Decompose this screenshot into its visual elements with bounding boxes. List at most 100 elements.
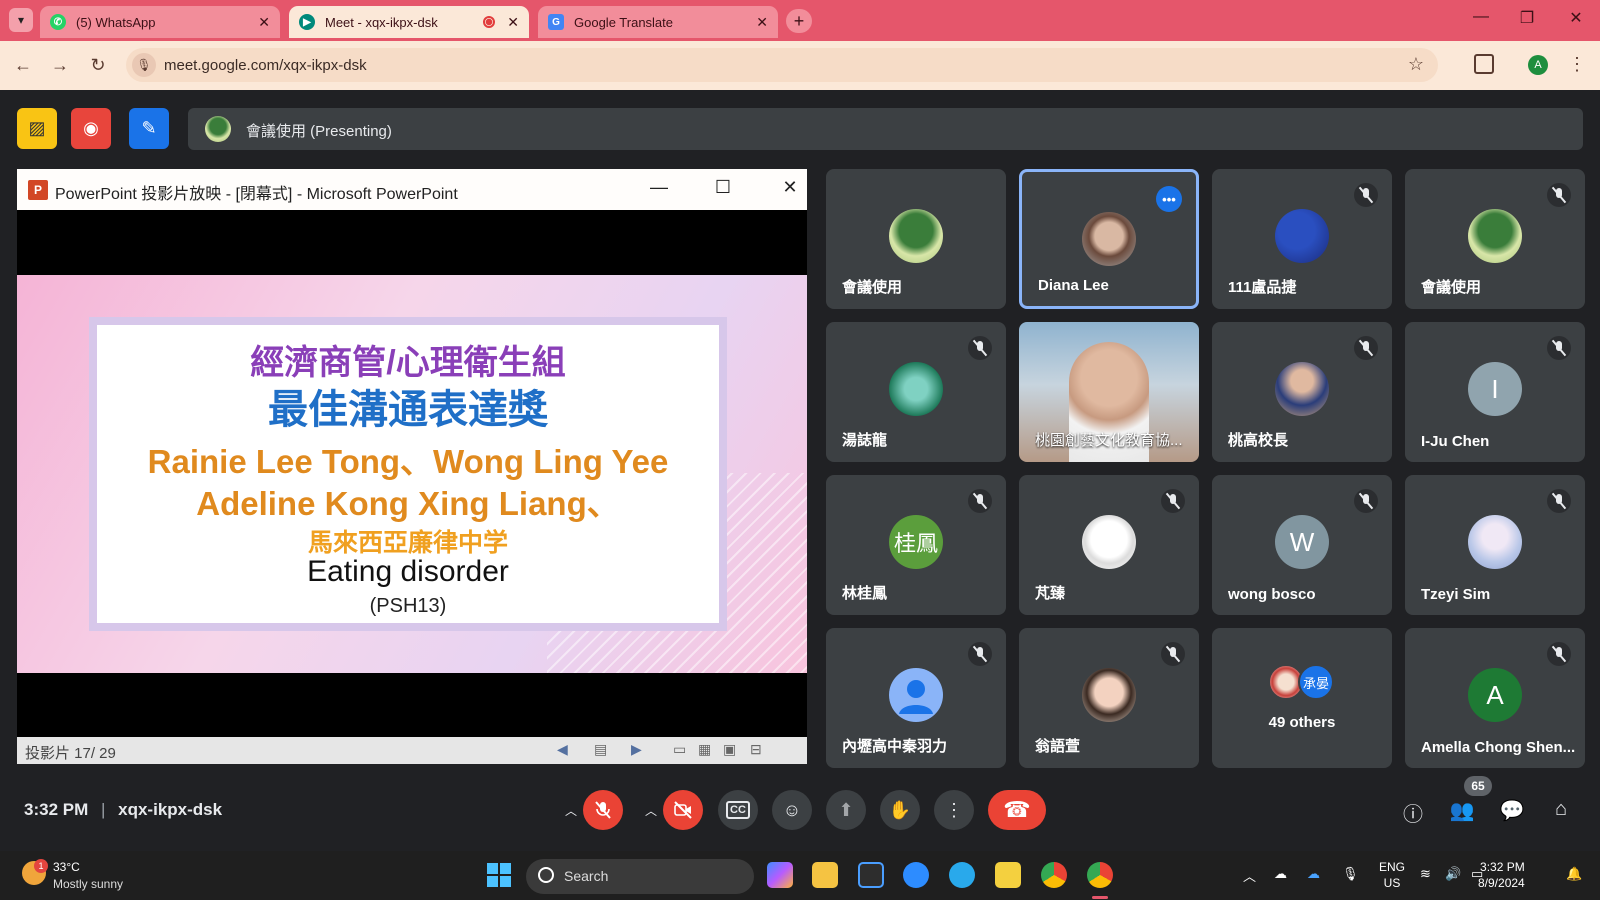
url-text[interactable]: meet.google.com/xqx-ikpx-dsk (164, 57, 367, 74)
browser-menu-icon[interactable]: ⋮ (1568, 54, 1586, 75)
present-screen-button[interactable]: ⬆ (826, 790, 866, 830)
participant-tile[interactable]: 翁語萱 (1019, 628, 1199, 768)
wifi-icon[interactable]: ≋ (1420, 866, 1431, 882)
participant-tile-speaking[interactable]: ••• Diana Lee (1019, 169, 1199, 309)
search-icon (538, 867, 554, 883)
participant-tile[interactable]: W wong bosco (1212, 475, 1392, 615)
back-icon[interactable]: ← (11, 55, 35, 76)
captions-button[interactable]: CC (718, 790, 758, 830)
weather-condition: Mostly sunny (53, 877, 124, 891)
more-options-icon[interactable]: ••• (1156, 186, 1182, 212)
participant-name: 111盧品捷 (1228, 279, 1297, 296)
others-tile[interactable]: 承晏 49 others (1212, 628, 1392, 768)
participant-tile[interactable]: 芃臻 (1019, 475, 1199, 615)
bookmark-star-icon[interactable]: ☆ (1408, 54, 1424, 75)
taskbar-search[interactable]: Search (526, 859, 754, 894)
leave-call-button[interactable]: ☎ (988, 790, 1046, 830)
activities-icon[interactable]: ⌂ (1548, 798, 1574, 824)
participant-name: I-Ju Chen (1421, 433, 1490, 450)
stop-presenting-icon[interactable]: ▨ (17, 108, 57, 149)
windows-start-icon[interactable] (487, 863, 511, 887)
close-window-icon: ✕ (782, 177, 798, 197)
participant-tile[interactable]: Tzeyi Sim (1405, 475, 1585, 615)
telegram-icon[interactable] (949, 862, 975, 888)
microphone-tray-icon[interactable]: 🎙 (1342, 866, 1359, 882)
close-tab-icon[interactable]: ✕ (258, 14, 270, 31)
reactions-button[interactable]: ☺ (772, 790, 812, 830)
mic-off-icon (968, 489, 992, 513)
close-tab-icon[interactable]: ✕ (756, 14, 768, 31)
participant-name: 桃高校長 (1228, 432, 1289, 449)
active-app-indicator (1092, 896, 1108, 899)
raise-hand-button[interactable]: ✋ (880, 790, 920, 830)
whiteboard-icon[interactable]: ✎ (129, 108, 169, 149)
chat-icon[interactable]: 💬 (1499, 798, 1525, 824)
participant-tile[interactable]: A Amella Chong Shen... (1405, 628, 1585, 768)
camera-off-icon (674, 801, 692, 819)
microphone-off-button[interactable] (583, 790, 623, 830)
slide-topic: Eating disorder (307, 555, 509, 588)
participant-video-tile[interactable]: 桃園創藝文化教育協... (1019, 322, 1199, 462)
tab-whatsapp[interactable]: ✆ (5) WhatsApp ✕ (40, 6, 280, 38)
presentation-window: P PowerPoint 投影片放映 - [閉幕式] - Microsoft P… (17, 169, 807, 764)
translate-icon: G (548, 14, 564, 30)
copilot-icon[interactable] (767, 862, 793, 888)
tab-translate[interactable]: G Google Translate ✕ (538, 6, 778, 38)
close-tab-icon[interactable]: ✕ (507, 14, 519, 31)
participant-tile[interactable]: 湯誌龍 (826, 322, 1006, 462)
meeting-details-icon[interactable]: ⓘ (1400, 798, 1426, 826)
profile-avatar[interactable]: A (1528, 55, 1548, 75)
system-clock[interactable]: 3:32 PM 8/9/2024 (1478, 859, 1525, 891)
camera-off-button[interactable] (663, 790, 703, 830)
language-code: ENG (1379, 860, 1406, 874)
present-screen-icon: ⬆ (838, 799, 854, 820)
onedrive-icon[interactable]: ☁ (1307, 866, 1320, 882)
audio-options-chevron-icon[interactable]: ︿ (560, 790, 582, 830)
volume-icon[interactable]: 🔊 (1445, 866, 1461, 882)
chrome-icon[interactable] (1041, 862, 1067, 888)
reload-icon[interactable]: ↻ (86, 55, 110, 76)
participant-tile[interactable]: 會議使用 (826, 169, 1006, 309)
participant-tile[interactable]: 桃高校長 (1212, 322, 1392, 462)
show-hidden-icons-icon[interactable]: ︿ (1243, 866, 1256, 885)
people-icon[interactable]: 👥 (1449, 798, 1475, 824)
participant-tile[interactable]: 桂鳳 林桂鳳 (826, 475, 1006, 615)
reading-view-icon: ▣ (723, 741, 737, 757)
participant-avatar (1275, 362, 1329, 416)
mic-off-icon (1161, 489, 1185, 513)
restore-window-icon[interactable]: ❐ (1512, 8, 1542, 28)
new-tab-button[interactable]: + (786, 9, 812, 33)
video-options-chevron-icon[interactable]: ︿ (640, 790, 662, 830)
participant-avatar (1468, 209, 1522, 263)
sticky-notes-icon[interactable] (995, 862, 1021, 888)
store-icon[interactable] (858, 862, 884, 888)
chrome-profile-icon[interactable] (1087, 862, 1113, 888)
participant-tile[interactable]: I I-Ju Chen (1405, 322, 1585, 462)
participant-avatar: I (1468, 362, 1522, 416)
recording-control-icon[interactable]: ◉ (71, 108, 111, 149)
more-options-button[interactable]: ⋮ (934, 790, 974, 830)
close-window-icon[interactable]: ✕ (1561, 8, 1591, 28)
tab-meet[interactable]: ▶ Meet - xqx-ikpx-dsk ✕ (289, 6, 529, 38)
slide-school: 馬來西亞廉律中学 (307, 529, 508, 557)
forward-icon[interactable]: → (48, 55, 72, 76)
cloud-weather-tray-icon[interactable]: ☁ (1274, 866, 1287, 882)
notifications-icon[interactable]: 🔔 (1566, 866, 1582, 882)
zoom-icon[interactable] (903, 862, 929, 888)
participant-avatar (889, 362, 943, 416)
extensions-icon[interactable] (1474, 54, 1494, 74)
slide-winners-line-1: Rainie Lee Tong、Wong Ling Yee (147, 443, 669, 480)
normal-view-icon: ▭ (673, 741, 687, 757)
participant-tile[interactable]: 會議使用 (1405, 169, 1585, 309)
powerpoint-title-bar: P PowerPoint 投影片放映 - [閉幕式] - Microsoft P… (17, 169, 807, 210)
minimize-window-icon[interactable]: — (1466, 8, 1496, 26)
participant-tile[interactable]: 111盧品捷 (1212, 169, 1392, 309)
participant-tile[interactable]: 內壢高中秦羽力 (826, 628, 1006, 768)
address-bar[interactable]: 🎙 meet.google.com/xqx-ikpx-dsk ☆ (126, 48, 1438, 82)
site-permission-mic-icon[interactable]: 🎙 (132, 53, 156, 77)
participant-avatar: 承晏 (1298, 664, 1334, 700)
language-indicator[interactable]: ENG US (1379, 859, 1405, 891)
tab-search-dropdown-icon[interactable]: ▾ (9, 8, 33, 32)
file-explorer-icon[interactable] (812, 862, 838, 888)
participant-name: Tzeyi Sim (1421, 586, 1491, 603)
